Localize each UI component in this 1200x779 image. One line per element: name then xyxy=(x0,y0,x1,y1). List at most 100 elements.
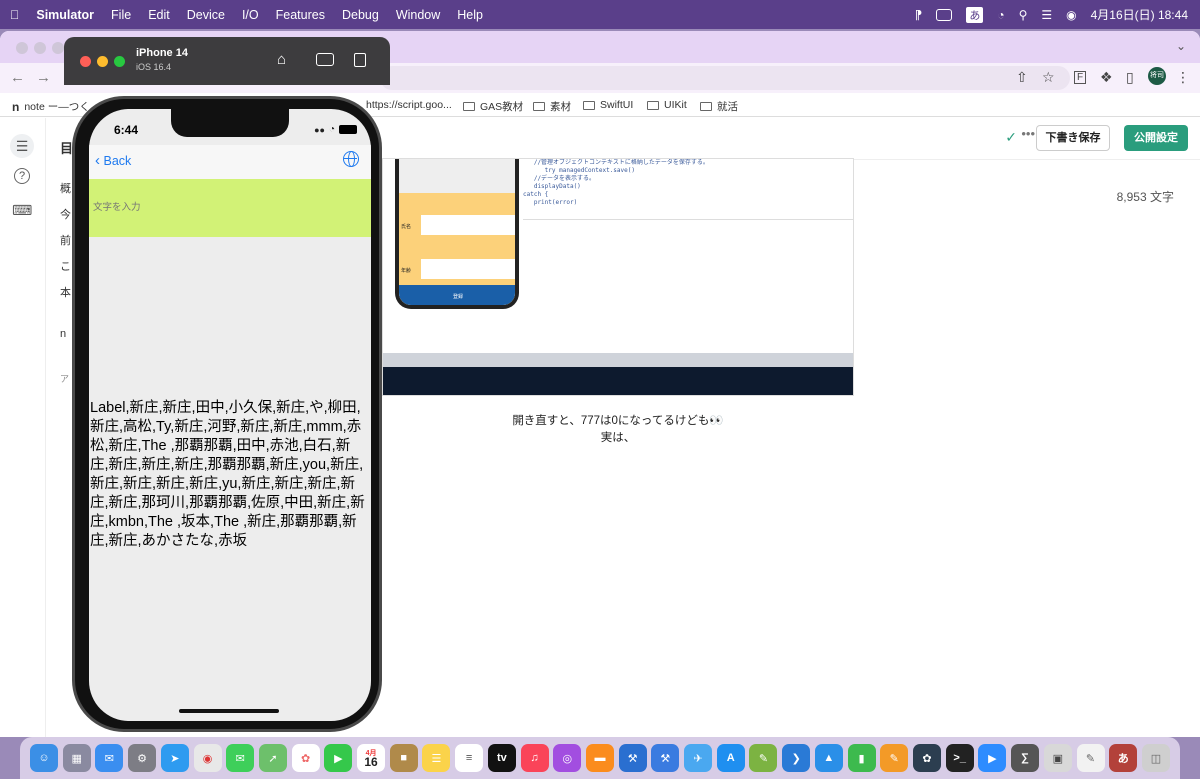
menu-window[interactable]: Window xyxy=(396,8,440,22)
help-icon[interactable]: ? xyxy=(14,168,30,184)
article-caption[interactable]: 開き直すと、777は0になってるけども👀 実は、 xyxy=(382,413,854,447)
toc-item-2[interactable]: 今 xyxy=(60,206,71,222)
wifi-icon[interactable]: ◔ xyxy=(997,8,1004,22)
music-icon[interactable]: ♫ xyxy=(520,744,549,772)
reminders-icon[interactable]: ≡ xyxy=(455,744,484,772)
notes-brown-icon[interactable]: ■ xyxy=(389,744,418,772)
extensions-puzzle-icon[interactable]: ❖ xyxy=(1100,69,1113,86)
url-field[interactable] xyxy=(380,66,1070,90)
bookmark-folder-uikit[interactable]: UIKit xyxy=(647,99,687,111)
notes-icon[interactable]: ☰ xyxy=(422,744,451,772)
menu-edit[interactable]: Edit xyxy=(148,8,170,22)
menu-file[interactable]: File xyxy=(111,8,131,22)
browser-menu-icon[interactable]: ⋮ xyxy=(1176,69,1190,86)
menu-io[interactable]: I/O xyxy=(242,8,259,22)
iphone-screen: 6:44 ●● ◔ ‹ Back Label,新庄,新庄,田中,小久保,新庄,や… xyxy=(89,109,371,721)
bookmark-script[interactable]: https://script.goo... xyxy=(366,99,452,111)
apple-menu-icon[interactable]:  xyxy=(10,8,19,22)
table-of-contents-icon[interactable]: ☰ xyxy=(10,134,34,158)
testflight-icon[interactable]: ✈ xyxy=(684,744,713,772)
close-window-icon[interactable] xyxy=(80,56,91,67)
trash-icon[interactable]: ◫ xyxy=(1141,744,1170,772)
mail-icon[interactable]: ✉ xyxy=(95,744,124,772)
menu-features[interactable]: Features xyxy=(276,8,325,22)
toc-item-5[interactable]: 本 xyxy=(60,284,71,300)
siri-icon[interactable]: ◉ xyxy=(1066,8,1076,22)
globe-icon[interactable] xyxy=(343,151,359,167)
bookmark-folder-swiftui[interactable]: SwiftUI xyxy=(583,99,633,111)
safari-icon[interactable]: ➤ xyxy=(160,744,189,772)
toc-item-3[interactable]: 前 xyxy=(60,232,71,248)
bookmark-note[interactable]: n note ー―つく xyxy=(12,99,90,114)
pages-icon[interactable]: ✎ xyxy=(880,744,909,772)
extension-f-icon[interactable]: F xyxy=(1074,71,1087,84)
maps-icon[interactable]: ➚ xyxy=(258,744,287,772)
toc-item-4[interactable]: こ xyxy=(60,258,71,274)
minimize-window-icon[interactable] xyxy=(34,42,46,54)
chatgpt-icon[interactable]: ✿ xyxy=(912,744,941,772)
preview-icon[interactable]: ▣ xyxy=(1043,744,1072,772)
menu-help[interactable]: Help xyxy=(457,8,483,22)
menu-app-name[interactable]: Simulator xyxy=(36,8,94,22)
photos-icon[interactable]: ✿ xyxy=(291,744,320,772)
xcode-icon[interactable]: ⚒ xyxy=(618,744,647,772)
menu-device[interactable]: Device xyxy=(187,8,225,22)
finder-icon[interactable]: ☺ xyxy=(30,744,58,772)
simulator-icon[interactable]: ⚒ xyxy=(651,744,680,772)
launchpad-icon[interactable]: ▦ xyxy=(62,744,91,772)
spotlight-icon[interactable]: ⚲ xyxy=(1019,8,1028,22)
battery-icon[interactable] xyxy=(936,8,953,21)
calculator-icon[interactable]: ∑ xyxy=(1011,744,1040,772)
article-embedded-screenshot[interactable]: 氏名 年齢 登録 //管理オブジェクトコンテキストに格納したデータを保存する。 … xyxy=(382,158,854,396)
settings-icon[interactable]: ⚙ xyxy=(128,744,157,772)
keynote-icon[interactable]: ▲ xyxy=(814,744,843,772)
menu-debug[interactable]: Debug xyxy=(342,8,379,22)
home-indicator[interactable] xyxy=(179,709,279,713)
input-method-indicator[interactable]: あ xyxy=(966,6,984,23)
numbers-icon[interactable]: ▮ xyxy=(847,744,876,772)
minimize-window-icon[interactable] xyxy=(97,56,108,67)
keyboard-icon[interactable]: ⌨ xyxy=(12,200,32,220)
chrome-icon[interactable]: ◉ xyxy=(193,744,222,772)
podcasts-icon[interactable]: ◎ xyxy=(553,744,582,772)
home-icon[interactable]: ⌂ xyxy=(277,51,286,68)
screenshot-camera-icon[interactable] xyxy=(316,53,334,66)
vscode-icon[interactable]: ❯ xyxy=(782,744,811,772)
appletv-icon[interactable]: tv xyxy=(487,744,516,772)
control-center-icon[interactable]: ☰ xyxy=(1041,8,1052,22)
menubar-clock[interactable]: 4月16日(日) 18:44 xyxy=(1091,6,1188,23)
share-icon[interactable]: ⇧ xyxy=(1016,69,1028,86)
close-window-icon[interactable] xyxy=(16,42,28,54)
books-green-icon[interactable]: ✎ xyxy=(749,744,778,772)
rotate-icon[interactable] xyxy=(354,53,366,67)
zoom-icon[interactable]: ▶ xyxy=(978,744,1007,772)
more-options-icon[interactable]: ••• xyxy=(1021,126,1035,141)
bookmark-star-icon[interactable]: ☆ xyxy=(1042,69,1055,86)
back-arrow-icon[interactable]: ← xyxy=(10,69,25,86)
zoom-window-icon[interactable] xyxy=(114,56,125,67)
messages-icon[interactable]: ✉ xyxy=(226,744,255,772)
bluetooth-icon[interactable]: ⁋ xyxy=(915,8,923,22)
tab-list-chevron-icon[interactable]: ⌄ xyxy=(1176,39,1186,53)
calendar-icon[interactable]: 4月 16 xyxy=(357,744,386,772)
bookmark-folder-gas[interactable]: GAS教材 xyxy=(463,99,523,114)
toc-item-6[interactable]: n xyxy=(60,328,66,340)
textedit-icon[interactable]: ✎ xyxy=(1076,744,1105,772)
books-icon[interactable]: ▬ xyxy=(585,744,614,772)
terminal-icon[interactable]: >_ xyxy=(945,744,974,772)
toc-item-1[interactable]: 概 xyxy=(60,180,71,196)
publish-settings-button[interactable]: 公開設定 xyxy=(1124,125,1188,151)
facetime-icon[interactable]: ▶ xyxy=(324,744,353,772)
back-button[interactable]: ‹ Back xyxy=(95,152,131,169)
bookmark-folder-assets[interactable]: 素材 xyxy=(533,99,571,114)
save-draft-button[interactable]: 下書き保存 xyxy=(1036,125,1110,151)
toc-item-7[interactable]: ア xyxy=(60,372,69,385)
profile-avatar[interactable]: 将司 xyxy=(1148,67,1166,85)
forward-arrow-icon[interactable]: → xyxy=(36,69,51,86)
dictionary-icon[interactable]: あ xyxy=(1109,744,1138,772)
text-input-field[interactable] xyxy=(93,197,363,217)
bookmark-folder-jobhunt[interactable]: 就活 xyxy=(700,99,738,114)
side-panel-icon[interactable]: ▯ xyxy=(1126,69,1134,86)
appstore-icon[interactable]: A xyxy=(716,744,745,772)
zoom-window-icon[interactable] xyxy=(52,42,64,54)
